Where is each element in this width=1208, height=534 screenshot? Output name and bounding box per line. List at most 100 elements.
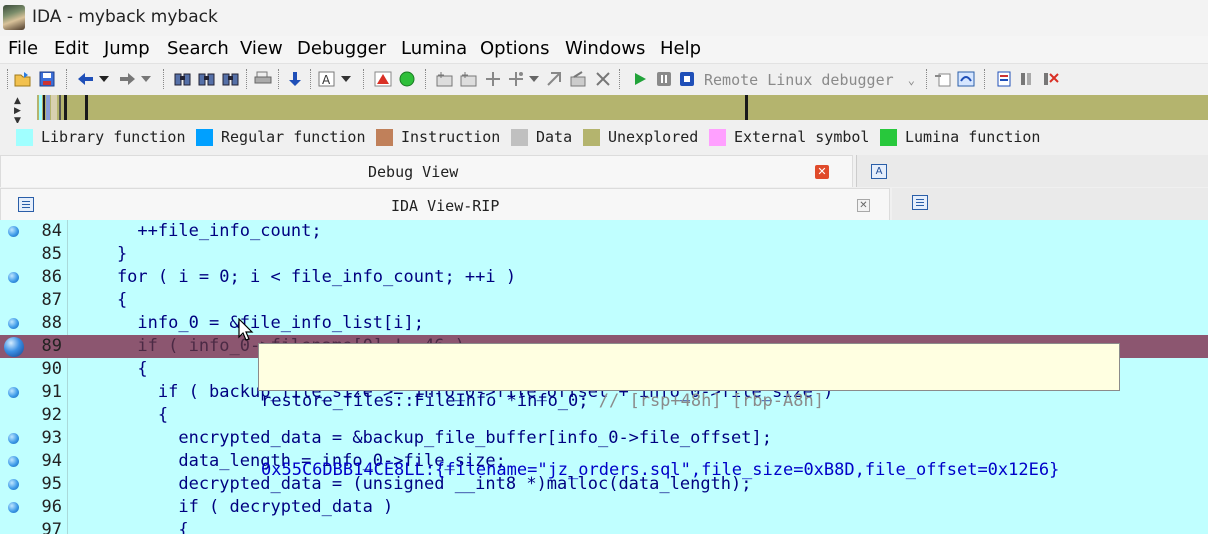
code-line[interactable]: 87 {	[0, 289, 1208, 312]
current-ip-breakpoint-icon[interactable]	[4, 337, 24, 357]
binoculars-icon[interactable]	[174, 70, 192, 88]
debug-tab-row: Debug View ✕ A	[0, 155, 1208, 187]
binoculars-text-icon[interactable]	[198, 70, 216, 88]
toolbar-grip[interactable]	[246, 69, 249, 89]
step-over-icon[interactable]	[957, 70, 975, 88]
jump-down-arrow-icon[interactable]	[286, 70, 304, 88]
menu-windows[interactable]: Windows	[565, 38, 645, 59]
delete-breakpoint-icon[interactable]	[1042, 70, 1060, 88]
struct-icon[interactable]	[507, 70, 525, 88]
tab-pseudocode[interactable]	[892, 188, 1208, 220]
menu-search[interactable]: Search	[167, 38, 229, 59]
save-icon[interactable]	[38, 70, 56, 88]
tab-ida-view-rip[interactable]: IDA View-RIP ✕	[0, 188, 890, 220]
chevron-down-icon[interactable]	[98, 70, 110, 88]
legend-swatch	[511, 128, 528, 146]
nav-segment-regular	[46, 95, 50, 120]
line-number: 86	[41, 267, 62, 287]
chevron-down-icon[interactable]	[528, 70, 540, 88]
menu-options[interactable]: Options	[480, 38, 549, 59]
create-function-icon[interactable]	[436, 70, 454, 88]
add-node-icon[interactable]	[484, 70, 502, 88]
menu-jump[interactable]: Jump	[104, 38, 150, 59]
breakpoint-list-icon[interactable]	[996, 70, 1014, 88]
code-text[interactable]: }	[76, 243, 127, 266]
ida-app-icon[interactable]	[3, 5, 25, 30]
code-text[interactable]: for ( i = 0; i < file_info_count; ++i )	[76, 266, 516, 289]
print-icon[interactable]	[254, 70, 272, 88]
toolbar-grip[interactable]	[163, 69, 166, 89]
code-text[interactable]: {	[76, 404, 168, 427]
chevron-down-icon[interactable]	[140, 70, 152, 88]
legend-swatch	[376, 128, 393, 146]
code-line[interactable]: 88 info_0 = &file_info_list[i];	[0, 312, 1208, 335]
binoculars-binary-icon[interactable]	[222, 70, 240, 88]
menu-view[interactable]: View	[240, 38, 283, 59]
chevron-down-icon[interactable]	[340, 70, 352, 88]
back-arrow-icon[interactable]	[77, 70, 95, 88]
debugger-select[interactable]: Remote Linux debugger ⌄	[700, 69, 922, 91]
toolbar-grip[interactable]	[278, 69, 281, 89]
legend-library-function: Library function	[16, 128, 186, 146]
green-circle-icon[interactable]	[398, 70, 416, 88]
menu-debugger[interactable]: Debugger	[297, 38, 386, 59]
nav-band-arrows[interactable]: ▲ ▶ ▼	[14, 96, 28, 126]
menu-help[interactable]: Help	[660, 38, 701, 59]
code-text[interactable]: {	[76, 358, 147, 381]
threads-icon[interactable]	[1019, 70, 1037, 88]
code-text[interactable]: {	[76, 519, 188, 534]
code-line[interactable]: 85 }	[0, 243, 1208, 266]
tab-hex-view[interactable]: A	[856, 155, 1208, 187]
legend-regular-function: Regular function	[196, 128, 366, 146]
edit-function-icon[interactable]	[460, 70, 478, 88]
text-view-icon[interactable]: A	[318, 70, 336, 88]
toolbar-grip[interactable]	[619, 69, 622, 89]
code-text[interactable]: ++file_info_count;	[76, 220, 321, 243]
pause-process-icon[interactable]	[655, 70, 673, 88]
menu-file[interactable]: File	[8, 38, 38, 59]
breakpoint-dot-icon[interactable]	[8, 387, 19, 398]
line-number: 93	[41, 428, 62, 448]
code-text[interactable]: {	[76, 289, 127, 312]
code-line[interactable]: 84 ++file_info_count;	[0, 220, 1208, 243]
patch-icon[interactable]	[570, 70, 588, 88]
toolbar-grip[interactable]	[926, 69, 929, 89]
close-icon[interactable]	[594, 70, 612, 88]
stop-process-icon[interactable]	[678, 70, 696, 88]
breakpoint-dot-icon[interactable]	[8, 226, 19, 237]
toolbar-grip[interactable]	[425, 69, 428, 89]
open-file-icon[interactable]	[14, 70, 32, 88]
legend-label: Regular function	[221, 128, 366, 146]
legend-swatch	[583, 128, 600, 146]
menu-lumina[interactable]: Lumina	[401, 38, 467, 59]
menu-edit[interactable]: Edit	[54, 38, 89, 59]
code-line[interactable]: 97 {	[0, 519, 1208, 534]
warning-icon[interactable]	[374, 70, 392, 88]
enum-icon[interactable]	[546, 70, 564, 88]
breakpoint-dot-icon[interactable]	[8, 433, 19, 444]
forward-arrow-icon[interactable]	[118, 70, 136, 88]
close-tab-icon[interactable]: ✕	[857, 199, 870, 212]
start-process-icon[interactable]	[631, 70, 649, 88]
text-view-icon: A	[871, 164, 887, 179]
navigation-strip[interactable]	[37, 95, 1208, 120]
step-into-icon[interactable]	[934, 70, 952, 88]
breakpoint-dot-icon[interactable]	[8, 318, 19, 329]
line-number: 87	[41, 290, 62, 310]
toolbar-grip[interactable]	[66, 69, 69, 89]
toolbar-grip[interactable]	[984, 69, 987, 89]
tab-debug-view-label: Debug View	[368, 163, 459, 181]
toolbar-grip[interactable]	[7, 69, 10, 89]
legend-label: Data	[536, 128, 573, 146]
toolbar-grip[interactable]	[310, 69, 313, 89]
breakpoint-dot-icon[interactable]	[8, 502, 19, 513]
close-tab-icon[interactable]: ✕	[815, 165, 829, 179]
tab-debug-view[interactable]: Debug View ✕	[0, 155, 853, 187]
ida-tab-row: IDA View-RIP ✕	[0, 188, 1208, 220]
breakpoint-dot-icon[interactable]	[8, 456, 19, 467]
breakpoint-dot-icon[interactable]	[8, 272, 19, 283]
code-line[interactable]: 86 for ( i = 0; i < file_info_count; ++i…	[0, 266, 1208, 289]
line-number: 89	[41, 336, 62, 356]
breakpoint-dot-icon[interactable]	[8, 479, 19, 490]
toolbar-grip[interactable]	[363, 69, 366, 89]
